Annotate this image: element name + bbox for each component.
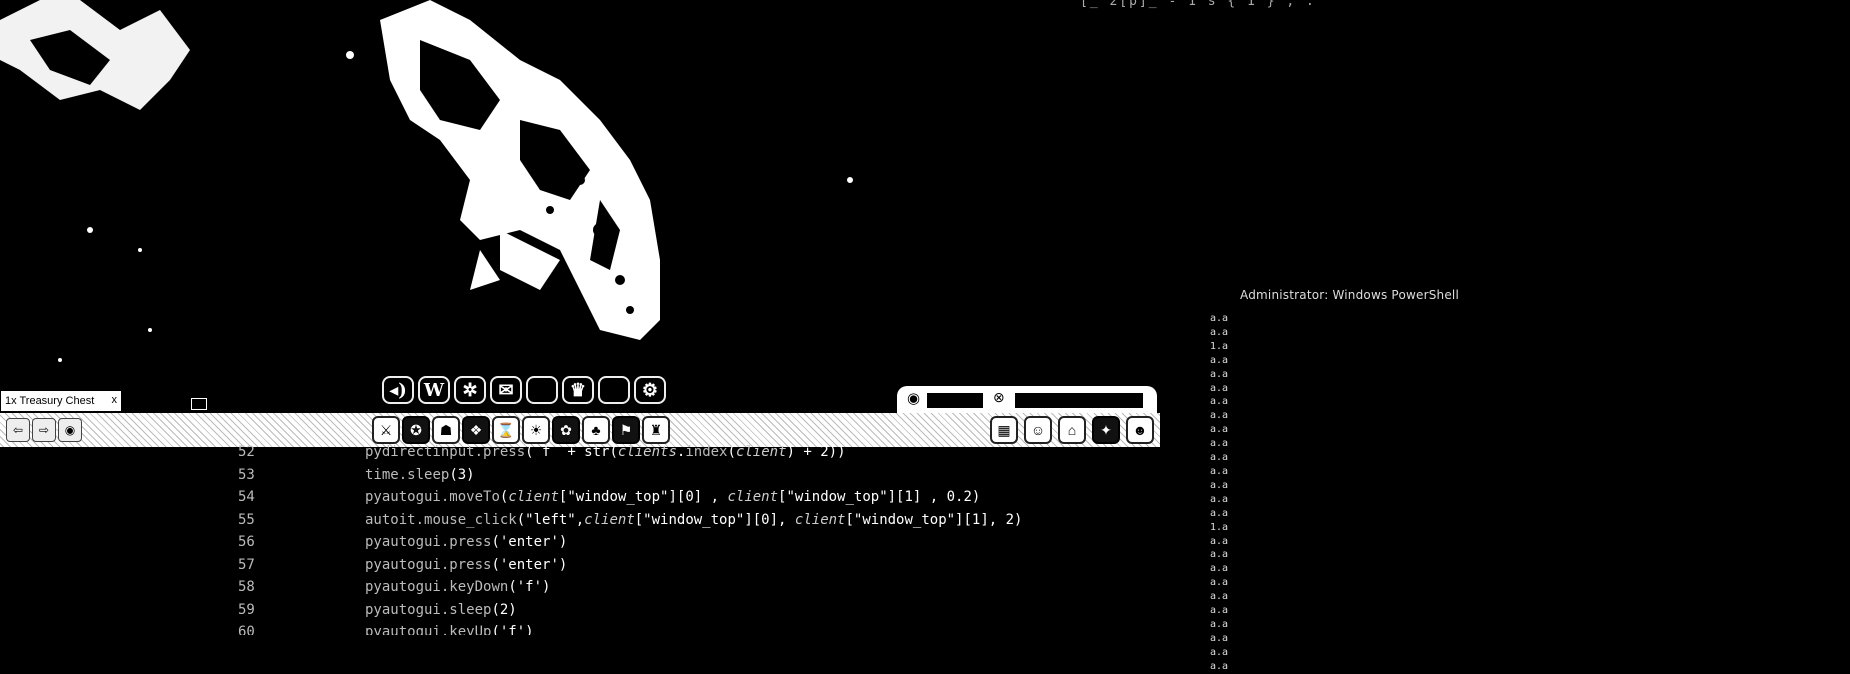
crown-icon[interactable]: ♛ [562,376,594,404]
close-icon[interactable]: x [112,390,118,410]
output-line: a.a [1210,535,1229,547]
output-line: a.a [1210,479,1229,491]
line-number: 53 [238,466,255,483]
code-editor[interactable]: 52 pydirectinput.press( f + str(clients.i… [0,445,1160,635]
line-number: 60 [238,624,255,635]
wiki-icon[interactable]: W [418,376,450,404]
powershell-window-title: Administrator: Windows PowerShell [1240,288,1459,302]
line-number: 54 [238,489,255,505]
output-line: a.a [1210,424,1229,436]
output-line: a.a [1210,549,1229,561]
item-slot-row: ◂) W ✲ ✉ ♛ ⚙ [382,376,666,404]
status-field-1 [927,393,983,408]
output-line: a.a [1210,507,1229,519]
powershell-output: a.a a.a 1.a a.a a.a a.a a.a a.a a.a a.a a.a a.a a.a a… [1210,312,1228,674]
code-text: time.sleep(3) [365,466,475,483]
gear-icon[interactable]: ✲ [454,376,486,404]
compass-icon[interactable]: ◉ [58,418,82,442]
line-number: 58 [238,579,255,595]
eye-icon[interactable]: ◉ [907,389,920,407]
output-line: a.a [1210,577,1229,589]
output-line: a.a [1210,354,1229,366]
club-icon[interactable]: ♣ [582,416,610,444]
game-scene [0,0,1160,410]
line-number: 52 [238,445,255,460]
output-line: a.a [1210,493,1229,505]
tower-icon[interactable]: ♜ [642,416,670,444]
chest-tab[interactable]: 1x Treasury Chest x [0,390,122,412]
code-text: autoit.mouse_click("left",client["window… [365,511,1023,528]
back-icon[interactable]: ⇦ [6,418,30,442]
output-line: 1.a [1210,521,1229,533]
output-line: a.a [1210,605,1229,617]
badge-icon[interactable]: ✪ [402,416,430,444]
window-title-fragment: [_ 2[p]_ - 1 s { 1 } , . [1080,0,1316,9]
output-line: a.a [1210,632,1229,644]
output-line: a.a [1210,452,1229,464]
line-number: 59 [238,601,255,618]
gem-icon[interactable]: ❖ [462,416,490,444]
output-line: a.a [1210,591,1229,603]
clear-icon[interactable]: ⊗ [993,389,1005,406]
code-text: pydirectinput.press( f + str(clients.ind… [365,445,846,460]
hourglass-icon[interactable]: ⌛ [492,416,520,444]
game-scene-art [0,0,853,362]
output-line: a.a [1210,382,1229,394]
speaker-icon[interactable]: ◂) [382,376,414,404]
output-line: a.a [1210,646,1229,658]
line-number: 57 [238,556,255,573]
mail-icon[interactable]: ✉ [490,376,522,404]
house-icon[interactable]: ☗ [432,416,460,444]
status-panel: ◉ ⊗ [897,386,1157,414]
output-line: a.a [1210,410,1229,422]
output-line: a.a [1210,438,1229,450]
forward-icon[interactable]: ⇨ [32,418,56,442]
output-line: 1.a [1210,340,1229,352]
code-text: pyautogui.keyDown('f') [365,579,551,595]
smiley-icon[interactable]: ☻ [1126,416,1154,444]
output-line: a.a [1210,396,1229,408]
settings-icon[interactable]: ⚙ [634,376,666,404]
output-line: a.a [1210,660,1229,672]
flower-icon[interactable]: ✿ [552,416,580,444]
pin-icon[interactable] [191,398,207,410]
status-field-2 [1015,393,1143,408]
line-number: 55 [238,511,255,528]
code-text: pyautogui.press('enter') [365,534,568,550]
output-line: a.a [1210,326,1229,338]
game-toolbar: ⇦ ⇨ ◉ ⚔ ✪ ☗ ❖ ⌛ ☀ ✿ ♣ ⚑ ♜ ▦ ☺ ⌂ ✦ ☻ [0,413,1160,449]
output-line: a.a [1210,563,1229,575]
star-icon[interactable]: ✦ [1092,416,1120,444]
line-number: 56 [238,534,255,550]
code-text: pyautogui.keyUp('f') [365,624,534,635]
sun-icon[interactable]: ☀ [522,416,550,444]
home-icon[interactable]: ⌂ [1058,416,1086,444]
calendar-icon[interactable]: ▦ [990,416,1018,444]
code-text: pyautogui.press('enter') [365,556,568,573]
output-line: a.a [1210,465,1229,477]
face-icon[interactable]: ☺ [1024,416,1052,444]
empty-slot-icon[interactable] [598,376,630,404]
chest-tab-label: 1x Treasury Chest [5,395,95,407]
output-line: a.a [1210,368,1229,380]
sword-icon[interactable]: ⚔ [372,416,400,444]
output-line: a.a [1210,313,1229,324]
code-text: pyautogui.sleep(2) [365,601,517,618]
flag-icon[interactable]: ⚑ [612,416,640,444]
empty-slot-icon[interactable] [526,376,558,404]
code-text: pyautogui.moveTo(client["window_top"][0]… [365,489,981,505]
